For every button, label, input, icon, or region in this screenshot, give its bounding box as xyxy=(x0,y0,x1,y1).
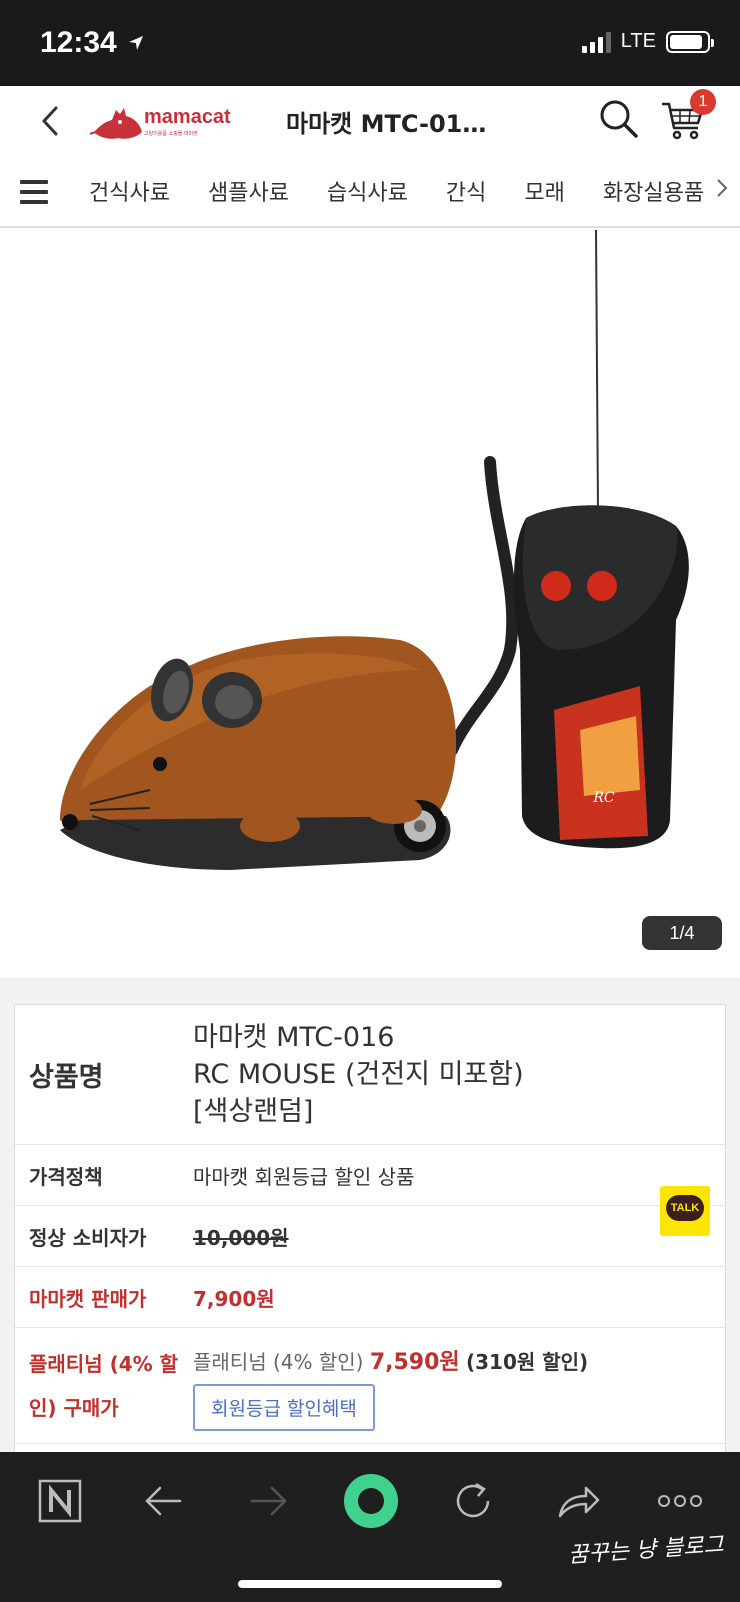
category-item-snack[interactable]: 간식 xyxy=(427,175,505,207)
cat-logo-icon xyxy=(90,108,142,139)
image-counter: 1/4 xyxy=(642,916,722,950)
green-dot-icon[interactable] xyxy=(336,1466,406,1536)
status-indicators: LTE xyxy=(581,30,714,53)
category-item-sample-food[interactable]: 샘플사료 xyxy=(189,175,308,207)
status-bar: 12:34 LTE xyxy=(0,0,740,86)
logo-text: mamacat xyxy=(144,106,231,128)
back-icon[interactable] xyxy=(36,104,66,138)
product-image[interactable]: RC xyxy=(0,229,740,978)
product-name-row: 상품명 마마캣 MTC-016 RC MOUSE (건전지 미포함) [색상랜덤… xyxy=(15,1005,725,1145)
product-name-line: RC MOUSE (건전지 미포함) xyxy=(193,1059,524,1090)
category-item-toilet[interactable]: 화장실용품 xyxy=(584,175,720,207)
naver-home-icon[interactable] xyxy=(30,1476,90,1526)
forward-arrow-icon[interactable] xyxy=(238,1476,298,1526)
refresh-icon[interactable] xyxy=(444,1476,504,1526)
cart-count-badge: 1 xyxy=(690,89,716,115)
price-policy-value: 마마캣 회원등급 할인 상품 xyxy=(193,1164,415,1189)
product-name-label: 상품명 xyxy=(29,1062,104,1093)
category-item-dry-food[interactable]: 건식사료 xyxy=(70,175,189,207)
sale-price-label: 마마캣 판매가 xyxy=(29,1286,147,1311)
msrp-row: 정상 소비자가 10,000원 xyxy=(15,1206,725,1267)
product-name-value: 마마캣 MTC-016 RC MOUSE (건전지 미포함) [색상랜덤] xyxy=(193,1005,725,1144)
search-icon[interactable] xyxy=(598,98,640,140)
sale-price-row: 마마캣 판매가 7,900원 xyxy=(15,1267,725,1328)
category-list: 건식사료 샘플사료 습식사료 간식 모래 화장실용품 xyxy=(70,156,720,226)
category-nav: 건식사료 샘플사료 습식사료 간식 모래 화장실용품 xyxy=(0,156,740,228)
page-title: 마마캣 MTC-01… xyxy=(286,110,487,138)
share-icon[interactable] xyxy=(548,1476,608,1526)
price-policy-row: 가격정책 마마캣 회원등급 할인 상품 xyxy=(15,1145,725,1206)
location-arrow-icon xyxy=(129,36,144,50)
msrp-price: 10,000원 xyxy=(193,1225,289,1250)
chevron-right-icon[interactable] xyxy=(716,178,728,198)
talk-label: TALK xyxy=(670,1202,700,1214)
sale-price-value: 7,900원 xyxy=(193,1286,275,1311)
back-arrow-icon[interactable] xyxy=(134,1476,194,1526)
msrp-label: 정상 소비자가 xyxy=(29,1225,147,1250)
product-name-line: [색상랜덤] xyxy=(193,1096,314,1127)
platinum-price-line: 플래티넘 (4% 할인) 7,590원 (310원 할인) xyxy=(193,1344,588,1376)
home-indicator[interactable] xyxy=(238,1580,502,1588)
category-item-wet-food[interactable]: 습식사료 xyxy=(308,175,427,207)
platinum-price-label: 플래티넘 (4% 할인) 구매가 xyxy=(29,1351,179,1420)
svg-text:RC: RC xyxy=(592,790,615,806)
time-text: 12:34 xyxy=(40,26,117,59)
status-time: 12:34 xyxy=(40,26,145,60)
kakao-talk-button[interactable]: TALK xyxy=(660,1186,710,1236)
category-item-litter[interactable]: 모래 xyxy=(505,175,583,207)
platinum-price-row: 플래티넘 (4% 할인) 구매가 플래티넘 (4% 할인) 7,590원 (31… xyxy=(15,1328,725,1444)
menu-icon[interactable] xyxy=(20,180,48,204)
logo-subtext: 고양이용품 쇼핑몰 마마캣 xyxy=(144,131,198,137)
rc-mouse-illustration: RC xyxy=(60,229,689,870)
network-label: LTE xyxy=(620,30,656,52)
msrp-value: 10,000원 xyxy=(193,1206,725,1266)
membership-benefit-button[interactable]: 회원등급 할인혜택 xyxy=(193,1384,375,1431)
more-icon[interactable] xyxy=(650,1476,710,1526)
platinum-prefix: 플래티넘 (4% 할인) xyxy=(193,1350,364,1374)
logo[interactable]: mamacat 고양이용품 쇼핑몰 마마캣 xyxy=(90,96,240,146)
price-policy-label: 가격정책 xyxy=(29,1164,103,1189)
product-name-line: 마마캣 MTC-016 xyxy=(193,1022,395,1053)
battery-icon xyxy=(666,30,714,53)
signal-icon xyxy=(581,31,611,53)
product-info-table: 상품명 마마캣 MTC-016 RC MOUSE (건전지 미포함) [색상랜덤… xyxy=(14,1004,726,1455)
platinum-price-value: 플래티넘 (4% 할인) 7,590원 (310원 할인) 회원등급 할인혜택 xyxy=(193,1328,725,1443)
app-header: mamacat 고양이용품 쇼핑몰 마마캣 마마캣 MTC-01… 1 xyxy=(0,86,740,156)
platinum-price: 7,590원 xyxy=(369,1350,460,1375)
platinum-discount: (310원 할인) xyxy=(466,1350,589,1374)
